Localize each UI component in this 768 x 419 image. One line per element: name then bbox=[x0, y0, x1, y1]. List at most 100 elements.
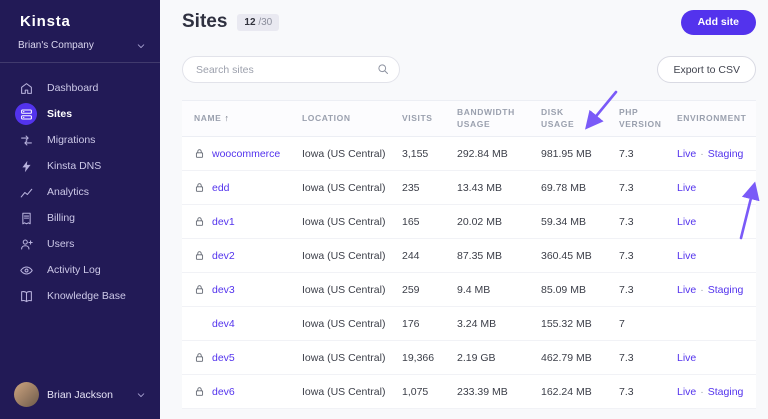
table-row[interactable]: dev4 Iowa (US Central) 176 3.24 MB 155.3… bbox=[182, 307, 756, 341]
env-link-live[interactable]: Live bbox=[677, 284, 696, 296]
php-version-cell: 7.3 bbox=[619, 283, 634, 296]
site-name-cell: dev6 bbox=[194, 386, 302, 398]
env-separator: · bbox=[700, 283, 704, 296]
column-header-label: PHP VERSION bbox=[619, 106, 662, 129]
sidebar-item-activity-log[interactable]: Activity Log bbox=[0, 257, 160, 283]
sidebar-item-kinsta-dns[interactable]: Kinsta DNS bbox=[0, 153, 160, 179]
disk-cell: 162.24 MB bbox=[541, 385, 592, 398]
env-link-live[interactable]: Live bbox=[677, 250, 696, 262]
billing-icon bbox=[15, 207, 37, 229]
search-input[interactable] bbox=[182, 56, 400, 83]
chevron-down-icon bbox=[136, 41, 146, 51]
sidebar-item-knowledge-base[interactable]: Knowledge Base bbox=[0, 283, 160, 309]
site-name-cell: dev1 bbox=[194, 216, 302, 228]
visits-cell: 1,075 bbox=[402, 385, 429, 398]
env-link-live[interactable]: Live bbox=[677, 148, 696, 160]
php-version-cell: 7.3 bbox=[619, 181, 634, 194]
sidebar-item-billing[interactable]: Billing bbox=[0, 205, 160, 231]
php-version-cell: 7.3 bbox=[619, 385, 634, 398]
bandwidth-cell: 292.84 MB bbox=[457, 147, 508, 160]
sidebar-item-label: Migrations bbox=[47, 134, 96, 146]
sidebar-item-label: Sites bbox=[47, 108, 73, 120]
environment-cell: Live · Staging bbox=[677, 284, 756, 296]
site-name-link[interactable]: dev5 bbox=[212, 352, 235, 364]
column-header-visits[interactable]: VISITS bbox=[402, 113, 457, 125]
sidebar-item-label: Activity Log bbox=[47, 264, 101, 276]
sidebar-item-label: Kinsta DNS bbox=[47, 160, 102, 172]
sites-icon bbox=[15, 103, 37, 125]
table-row[interactable]: edd Iowa (US Central) 235 13.43 MB 69.78… bbox=[182, 171, 756, 205]
env-link-live[interactable]: Live bbox=[677, 386, 696, 398]
sidebar-item-label: Billing bbox=[47, 212, 76, 224]
toolbar: Export to CSV bbox=[182, 56, 756, 83]
location-cell: Iowa (US Central) bbox=[302, 147, 386, 160]
table-body: woocommerce Iowa (US Central) 3,155 292.… bbox=[182, 137, 756, 409]
bandwidth-cell: 233.39 MB bbox=[457, 385, 508, 398]
sidebar-item-users[interactable]: Users bbox=[0, 231, 160, 257]
lock-icon bbox=[194, 182, 205, 193]
bandwidth-cell: 20.02 MB bbox=[457, 215, 502, 228]
table-row[interactable]: dev6 Iowa (US Central) 1,075 233.39 MB 1… bbox=[182, 375, 756, 409]
site-name-cell: dev2 bbox=[194, 250, 302, 262]
sidebar-item-analytics[interactable]: Analytics bbox=[0, 179, 160, 205]
add-site-button[interactable]: Add site bbox=[680, 9, 756, 35]
dashboard-icon bbox=[15, 77, 37, 99]
env-link-staging[interactable]: Staging bbox=[708, 386, 744, 398]
bandwidth-cell: 2.19 GB bbox=[457, 351, 496, 364]
lock-icon bbox=[194, 148, 205, 159]
sidebar-item-label: Dashboard bbox=[47, 82, 99, 94]
site-name-link[interactable]: dev6 bbox=[212, 386, 235, 398]
company-name: Brian's Company bbox=[18, 40, 94, 51]
env-link-staging[interactable]: Staging bbox=[708, 284, 744, 296]
environment-cell: Live bbox=[677, 250, 756, 262]
environment-cell: Live bbox=[677, 216, 756, 228]
sidebar-item-sites[interactable]: Sites bbox=[0, 101, 160, 127]
column-header-name[interactable]: NAME ↑ bbox=[194, 113, 302, 125]
table-row[interactable]: dev5 Iowa (US Central) 19,366 2.19 GB 46… bbox=[182, 341, 756, 375]
column-header-bandwidth-usage[interactable]: BANDWIDTH USAGE bbox=[457, 107, 541, 131]
location-cell: Iowa (US Central) bbox=[302, 385, 386, 398]
disk-cell: 981.95 MB bbox=[541, 147, 592, 160]
column-header-location[interactable]: LOCATION bbox=[302, 113, 402, 125]
env-link-live[interactable]: Live bbox=[677, 216, 696, 228]
visits-cell: 235 bbox=[402, 181, 420, 194]
export-csv-button[interactable]: Export to CSV bbox=[657, 56, 756, 83]
page-title: Sites bbox=[182, 11, 228, 32]
table-row[interactable]: dev2 Iowa (US Central) 244 87.35 MB 360.… bbox=[182, 239, 756, 273]
php-version-cell: 7 bbox=[619, 317, 625, 330]
site-name-link[interactable]: dev2 bbox=[212, 250, 235, 262]
env-separator: · bbox=[700, 385, 704, 398]
disk-cell: 155.32 MB bbox=[541, 317, 592, 330]
app-root: Kinsta Brian's Company Dashboard Sites M… bbox=[0, 0, 768, 419]
table-row[interactable]: dev3 Iowa (US Central) 259 9.4 MB 85.09 … bbox=[182, 273, 756, 307]
table-row[interactable]: dev1 Iowa (US Central) 165 20.02 MB 59.3… bbox=[182, 205, 756, 239]
column-header-disk-usage[interactable]: DISK USAGE bbox=[541, 107, 619, 131]
env-link-live[interactable]: Live bbox=[677, 182, 696, 194]
sidebar-item-dashboard[interactable]: Dashboard bbox=[0, 75, 160, 101]
column-header-label: NAME bbox=[194, 112, 222, 123]
site-name-link[interactable]: edd bbox=[212, 182, 230, 194]
site-name-link[interactable]: dev1 bbox=[212, 216, 235, 228]
table-row[interactable]: woocommerce Iowa (US Central) 3,155 292.… bbox=[182, 137, 756, 171]
lock-icon bbox=[194, 352, 205, 363]
env-link-staging[interactable]: Staging bbox=[708, 148, 744, 160]
dns-icon bbox=[15, 155, 37, 177]
site-name-link[interactable]: woocommerce bbox=[212, 148, 280, 160]
site-name-link[interactable]: dev3 bbox=[212, 284, 235, 296]
env-link-live[interactable]: Live bbox=[677, 352, 696, 364]
bandwidth-cell: 13.43 MB bbox=[457, 181, 502, 194]
company-selector[interactable]: Brian's Company bbox=[0, 40, 160, 63]
column-header-php-version[interactable]: PHP VERSION bbox=[619, 107, 677, 131]
activity-log-icon bbox=[15, 259, 37, 281]
column-header-environment[interactable]: ENVIRONMENT bbox=[677, 113, 756, 125]
bandwidth-cell: 9.4 MB bbox=[457, 283, 491, 296]
sidebar: Kinsta Brian's Company Dashboard Sites M… bbox=[0, 0, 160, 419]
site-name-cell: edd bbox=[194, 182, 302, 194]
site-name-link[interactable]: dev4 bbox=[212, 318, 235, 330]
disk-cell: 360.45 MB bbox=[541, 249, 592, 262]
disk-cell: 462.79 MB bbox=[541, 351, 592, 364]
sidebar-item-migrations[interactable]: Migrations bbox=[0, 127, 160, 153]
user-menu[interactable]: Brian Jackson bbox=[0, 372, 160, 419]
environment-cell: Live bbox=[677, 352, 756, 364]
location-cell: Iowa (US Central) bbox=[302, 181, 386, 194]
